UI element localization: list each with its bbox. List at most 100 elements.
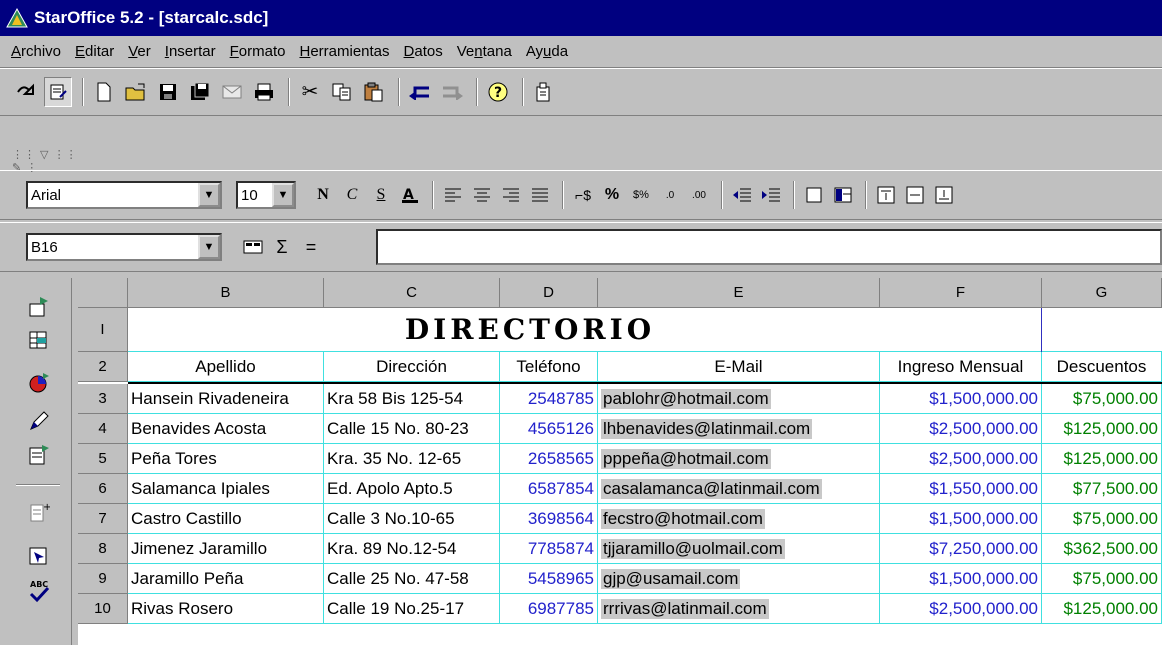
column-title-cell[interactable]: E-Mail (598, 352, 880, 382)
table-cell-direccion[interactable]: Calle 25 No. 47-58 (324, 564, 500, 594)
redo-icon[interactable] (438, 77, 466, 107)
column-header-b[interactable]: B (128, 278, 324, 308)
table-cell-email[interactable]: fecstro@hotmail.com (598, 504, 880, 534)
stylist-icon[interactable] (530, 77, 558, 107)
row-header[interactable]: 7 (78, 504, 128, 534)
menu-item-herramientas[interactable]: Herramientas (292, 43, 396, 60)
table-cell-email[interactable]: pablohr@hotmail.com (598, 384, 880, 414)
row-header[interactable]: 3 (78, 384, 128, 414)
column-header-g[interactable]: G (1042, 278, 1162, 308)
new-document-icon[interactable] (90, 77, 118, 107)
column-title-cell[interactable]: Teléfono (500, 352, 598, 382)
add-decimal-icon[interactable]: .0 (657, 181, 683, 209)
form-functions-icon[interactable] (24, 440, 54, 470)
table-cell-apellido[interactable]: Benavides Acosta (128, 414, 324, 444)
insert-icon[interactable] (24, 292, 54, 322)
percent-format-icon[interactable]: % (599, 181, 625, 209)
name-box[interactable]: B16 ▼ (26, 233, 222, 261)
table-cell-email[interactable]: rrrivas@latinmail.com (598, 594, 880, 624)
column-title-cell[interactable]: Ingreso Mensual (880, 352, 1042, 382)
row-header[interactable]: 4 (78, 414, 128, 444)
table-cell-descuento[interactable]: $125,000.00 (1042, 444, 1162, 474)
row-header[interactable]: 2 (78, 352, 128, 382)
row-header[interactable]: 6 (78, 474, 128, 504)
insert-chart-icon[interactable] (24, 368, 54, 398)
print-icon[interactable] (250, 77, 278, 107)
spellcheck-icon[interactable]: ABC (24, 576, 54, 606)
table-cell-apellido[interactable]: Peña Tores (128, 444, 324, 474)
table-cell-email[interactable]: pppeña@hotmail.com (598, 444, 880, 474)
increase-indent-icon[interactable] (758, 181, 784, 209)
select-all-corner[interactable] (78, 278, 128, 308)
table-cell-telefono[interactable]: 6987785 (500, 594, 598, 624)
table-cell-descuento[interactable]: $75,000.00 (1042, 384, 1162, 414)
table-cell-apellido[interactable]: Castro Castillo (128, 504, 324, 534)
menu-item-ventana[interactable]: Ventana (450, 43, 519, 60)
column-title-cell[interactable]: Dirección (324, 352, 500, 382)
menu-item-ayuda[interactable]: Ayuda (519, 43, 575, 60)
paste-icon[interactable] (360, 77, 388, 107)
table-cell-direccion[interactable]: Calle 15 No. 80-23 (324, 414, 500, 444)
function-autopilot-icon[interactable] (240, 233, 266, 261)
table-cell-ingreso[interactable]: $1,500,000.00 (880, 564, 1042, 594)
row-header[interactable]: 8 (78, 534, 128, 564)
table-cell-direccion[interactable]: Ed. Apolo Apto.5 (324, 474, 500, 504)
standard-format-icon[interactable]: $% (628, 181, 654, 209)
menu-item-insertar[interactable]: Insertar (158, 43, 223, 60)
menu-item-ver[interactable]: Ver (121, 43, 158, 60)
table-cell-telefono[interactable]: 3698564 (500, 504, 598, 534)
table-cell-email[interactable]: lhbenavides@latinmail.com (598, 414, 880, 444)
save-all-icon[interactable] (186, 77, 214, 107)
row-header[interactable]: I (78, 308, 128, 352)
table-cell-descuento[interactable]: $125,000.00 (1042, 414, 1162, 444)
table-cell-direccion[interactable]: Kra 58 Bis 125-54 (324, 384, 500, 414)
sum-button[interactable]: Σ (269, 233, 295, 261)
table-cell-telefono[interactable]: 6587854 (500, 474, 598, 504)
formula-input[interactable] (376, 229, 1162, 265)
table-cell-apellido[interactable]: Salamanca Ipiales (128, 474, 324, 504)
align-left-icon[interactable] (440, 181, 466, 209)
row-header[interactable]: 9 (78, 564, 128, 594)
chevron-down-icon[interactable]: ▼ (198, 235, 220, 259)
menu-item-archivo[interactable]: Archivo (4, 43, 68, 60)
table-cell-ingreso[interactable]: $1,550,000.00 (880, 474, 1042, 504)
align-center-icon[interactable] (469, 181, 495, 209)
underline-button[interactable]: S (368, 181, 394, 209)
align-bottom-icon[interactable] (931, 181, 957, 209)
font-color-icon[interactable]: A (397, 181, 423, 209)
align-right-icon[interactable] (498, 181, 524, 209)
save-icon[interactable] (154, 77, 182, 107)
table-cell-apellido[interactable]: Hansein Rivadeneira (128, 384, 324, 414)
column-title-cell[interactable]: Descuentos (1042, 352, 1162, 382)
borders-icon[interactable] (801, 181, 827, 209)
table-cell-telefono[interactable]: 2548785 (500, 384, 598, 414)
align-top-icon[interactable] (873, 181, 899, 209)
menu-item-datos[interactable]: Datos (397, 43, 450, 60)
delete-decimal-icon[interactable]: .00 (686, 181, 712, 209)
open-folder-icon[interactable] (122, 77, 150, 107)
table-cell-apellido[interactable]: Jimenez Jaramillo (128, 534, 324, 564)
spreadsheet-grid[interactable]: B C D E F G I 2 3 4 5 6 7 8 9 10 DIRECTORIO Apellido Direc… (78, 278, 1162, 645)
chevron-down-icon[interactable]: ▼ (272, 183, 294, 207)
insert-cells-icon[interactable] (24, 326, 54, 356)
show-form-functions-icon[interactable]: + (24, 498, 54, 528)
table-cell-ingreso[interactable]: $2,500,000.00 (880, 414, 1042, 444)
table-cell-direccion[interactable]: Calle 3 No.10-65 (324, 504, 500, 534)
column-header-c[interactable]: C (324, 278, 500, 308)
table-cell-ingreso[interactable]: $2,500,000.00 (880, 444, 1042, 474)
justify-icon[interactable] (527, 181, 553, 209)
edit-mode-icon[interactable] (12, 77, 40, 107)
table-cell-telefono[interactable]: 2658565 (500, 444, 598, 474)
undo-icon[interactable] (406, 77, 434, 107)
row-header[interactable]: 5 (78, 444, 128, 474)
row-header[interactable]: 10 (78, 594, 128, 624)
edit-file-icon[interactable] (44, 77, 72, 107)
table-cell-ingreso[interactable]: $7,250,000.00 (880, 534, 1042, 564)
table-cell-direccion[interactable]: Kra. 89 No.12-54 (324, 534, 500, 564)
column-header-d[interactable]: D (500, 278, 598, 308)
table-cell-telefono[interactable]: 4565126 (500, 414, 598, 444)
column-title-cell[interactable]: Apellido (128, 352, 324, 382)
help-icon[interactable]: ? (484, 77, 512, 107)
function-button[interactable]: = (298, 233, 324, 261)
align-middle-icon[interactable] (902, 181, 928, 209)
